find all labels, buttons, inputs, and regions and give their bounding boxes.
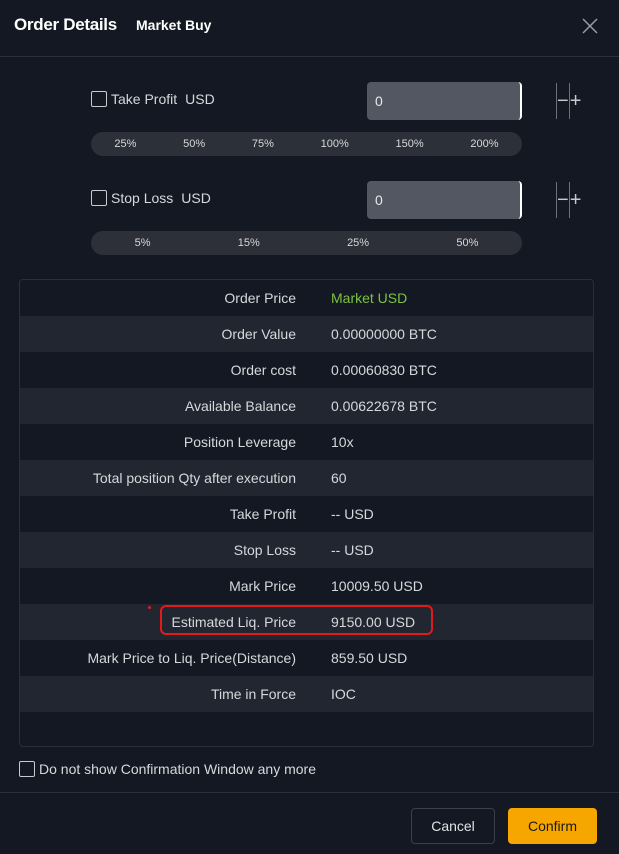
dialog-header: Order Details Market Buy <box>0 0 619 57</box>
detail-label: Take Profit <box>229 506 296 522</box>
stop-loss-preset[interactable]: 25% <box>347 237 369 249</box>
order-details-table: Order Price Market USD Order Value 0.000… <box>19 279 594 747</box>
dont-show-again-label: Do not show Confirmation Window any more <box>39 761 317 777</box>
stop-loss-unit: USD <box>181 190 211 206</box>
detail-row-time-in-force: Time in Force IOC <box>20 676 593 712</box>
detail-label: Position Leverage <box>183 434 296 450</box>
take-profit-preset[interactable]: 150% <box>396 138 424 150</box>
confirm-button[interactable]: Confirm <box>508 808 597 844</box>
stop-loss-preset[interactable]: 5% <box>135 237 151 249</box>
detail-row-mark-price: Mark Price 10009.50 USD <box>20 568 593 604</box>
stop-loss-preset-bar: 5% 15% 25% 50% <box>91 231 522 255</box>
detail-value: 0.00060830 BTC <box>331 362 437 378</box>
order-type-subtitle: Market Buy <box>136 17 212 33</box>
detail-label: Time in Force <box>210 686 296 702</box>
dont-show-again-option[interactable]: Do not show Confirmation Window any more <box>19 761 316 777</box>
detail-label: Order cost <box>230 362 296 378</box>
take-profit-preset[interactable]: 50% <box>183 138 205 150</box>
detail-row-stop-loss: Stop Loss -- USD <box>20 532 593 568</box>
detail-label: Available Balance <box>184 398 296 414</box>
detail-value: 10x <box>331 434 354 450</box>
dialog-footer: Cancel Confirm <box>0 792 619 854</box>
detail-label: Stop Loss <box>233 542 296 558</box>
detail-value: 859.50 USD <box>331 650 408 666</box>
stop-loss-label: Stop Loss <box>111 190 174 206</box>
stop-loss-increment-button[interactable]: + <box>568 182 581 218</box>
take-profit-label: Take Profit <box>111 91 178 107</box>
detail-label: Mark Price to Liq. Price(Distance) <box>87 650 296 666</box>
detail-value: 60 <box>331 470 347 486</box>
stop-loss-stepper: − + <box>367 181 581 219</box>
take-profit-stepper: − + <box>367 82 581 120</box>
take-profit-input[interactable] <box>367 82 556 120</box>
detail-value: IOC <box>331 686 356 702</box>
take-profit-unit: USD <box>185 91 215 107</box>
detail-value: 0.00000000 BTC <box>331 326 437 342</box>
detail-label: Total position Qty after execution <box>92 470 296 486</box>
take-profit-preset[interactable]: 75% <box>252 138 274 150</box>
detail-row-estimated-liq-price: Estimated Liq. Price 9150.00 USD <box>20 604 593 640</box>
detail-row-order-value: Order Value 0.00000000 BTC <box>20 316 593 352</box>
detail-label: Order Value <box>221 326 296 342</box>
detail-value: -- USD <box>331 542 374 558</box>
cancel-button[interactable]: Cancel <box>411 808 495 844</box>
detail-row-order-price: Order Price Market USD <box>20 280 593 316</box>
stop-loss-decrement-button[interactable]: − <box>556 182 569 218</box>
stop-loss-checkbox-label[interactable]: Stop Loss USD <box>91 190 211 206</box>
close-button[interactable] <box>580 16 600 36</box>
detail-row-liq-distance: Mark Price to Liq. Price(Distance) 859.5… <box>20 640 593 676</box>
detail-value: -- USD <box>331 506 374 522</box>
detail-label: Mark Price <box>229 578 296 594</box>
take-profit-decrement-button[interactable]: − <box>556 83 569 119</box>
detail-value: Market USD <box>331 290 408 306</box>
annotation-dot <box>148 606 151 609</box>
detail-row-total-position-qty: Total position Qty after execution 60 <box>20 460 593 496</box>
stop-loss-row: Stop Loss USD − + <box>91 181 581 221</box>
take-profit-row: Take Profit USD − + <box>91 82 581 122</box>
detail-label: Order Price <box>224 290 296 306</box>
detail-row-position-leverage: Position Leverage 10x <box>20 424 593 460</box>
take-profit-checkbox[interactable] <box>91 91 107 107</box>
detail-row-order-cost: Order cost 0.00060830 BTC <box>20 352 593 388</box>
detail-label: Estimated Liq. Price <box>171 614 297 630</box>
detail-value: 9150.00 USD <box>331 614 416 630</box>
stop-loss-checkbox[interactable] <box>91 190 107 206</box>
stop-loss-preset[interactable]: 15% <box>238 237 260 249</box>
take-profit-increment-button[interactable]: + <box>568 83 581 119</box>
take-profit-preset-bar: 25% 50% 75% 100% 150% 200% <box>91 132 522 156</box>
detail-row-take-profit: Take Profit -- USD <box>20 496 593 532</box>
detail-row-available-balance: Available Balance 0.00622678 BTC <box>20 388 593 424</box>
detail-value: 10009.50 USD <box>331 578 423 594</box>
take-profit-preset[interactable]: 100% <box>321 138 349 150</box>
dialog-title: Order Details <box>14 15 117 34</box>
close-icon <box>582 18 598 34</box>
stop-loss-input[interactable] <box>367 181 556 219</box>
take-profit-preset[interactable]: 200% <box>470 138 498 150</box>
dont-show-again-checkbox[interactable] <box>19 761 35 777</box>
take-profit-checkbox-label[interactable]: Take Profit USD <box>91 91 215 107</box>
stop-loss-preset[interactable]: 50% <box>456 237 478 249</box>
detail-value: 0.00622678 BTC <box>331 398 437 414</box>
take-profit-preset[interactable]: 25% <box>114 138 136 150</box>
